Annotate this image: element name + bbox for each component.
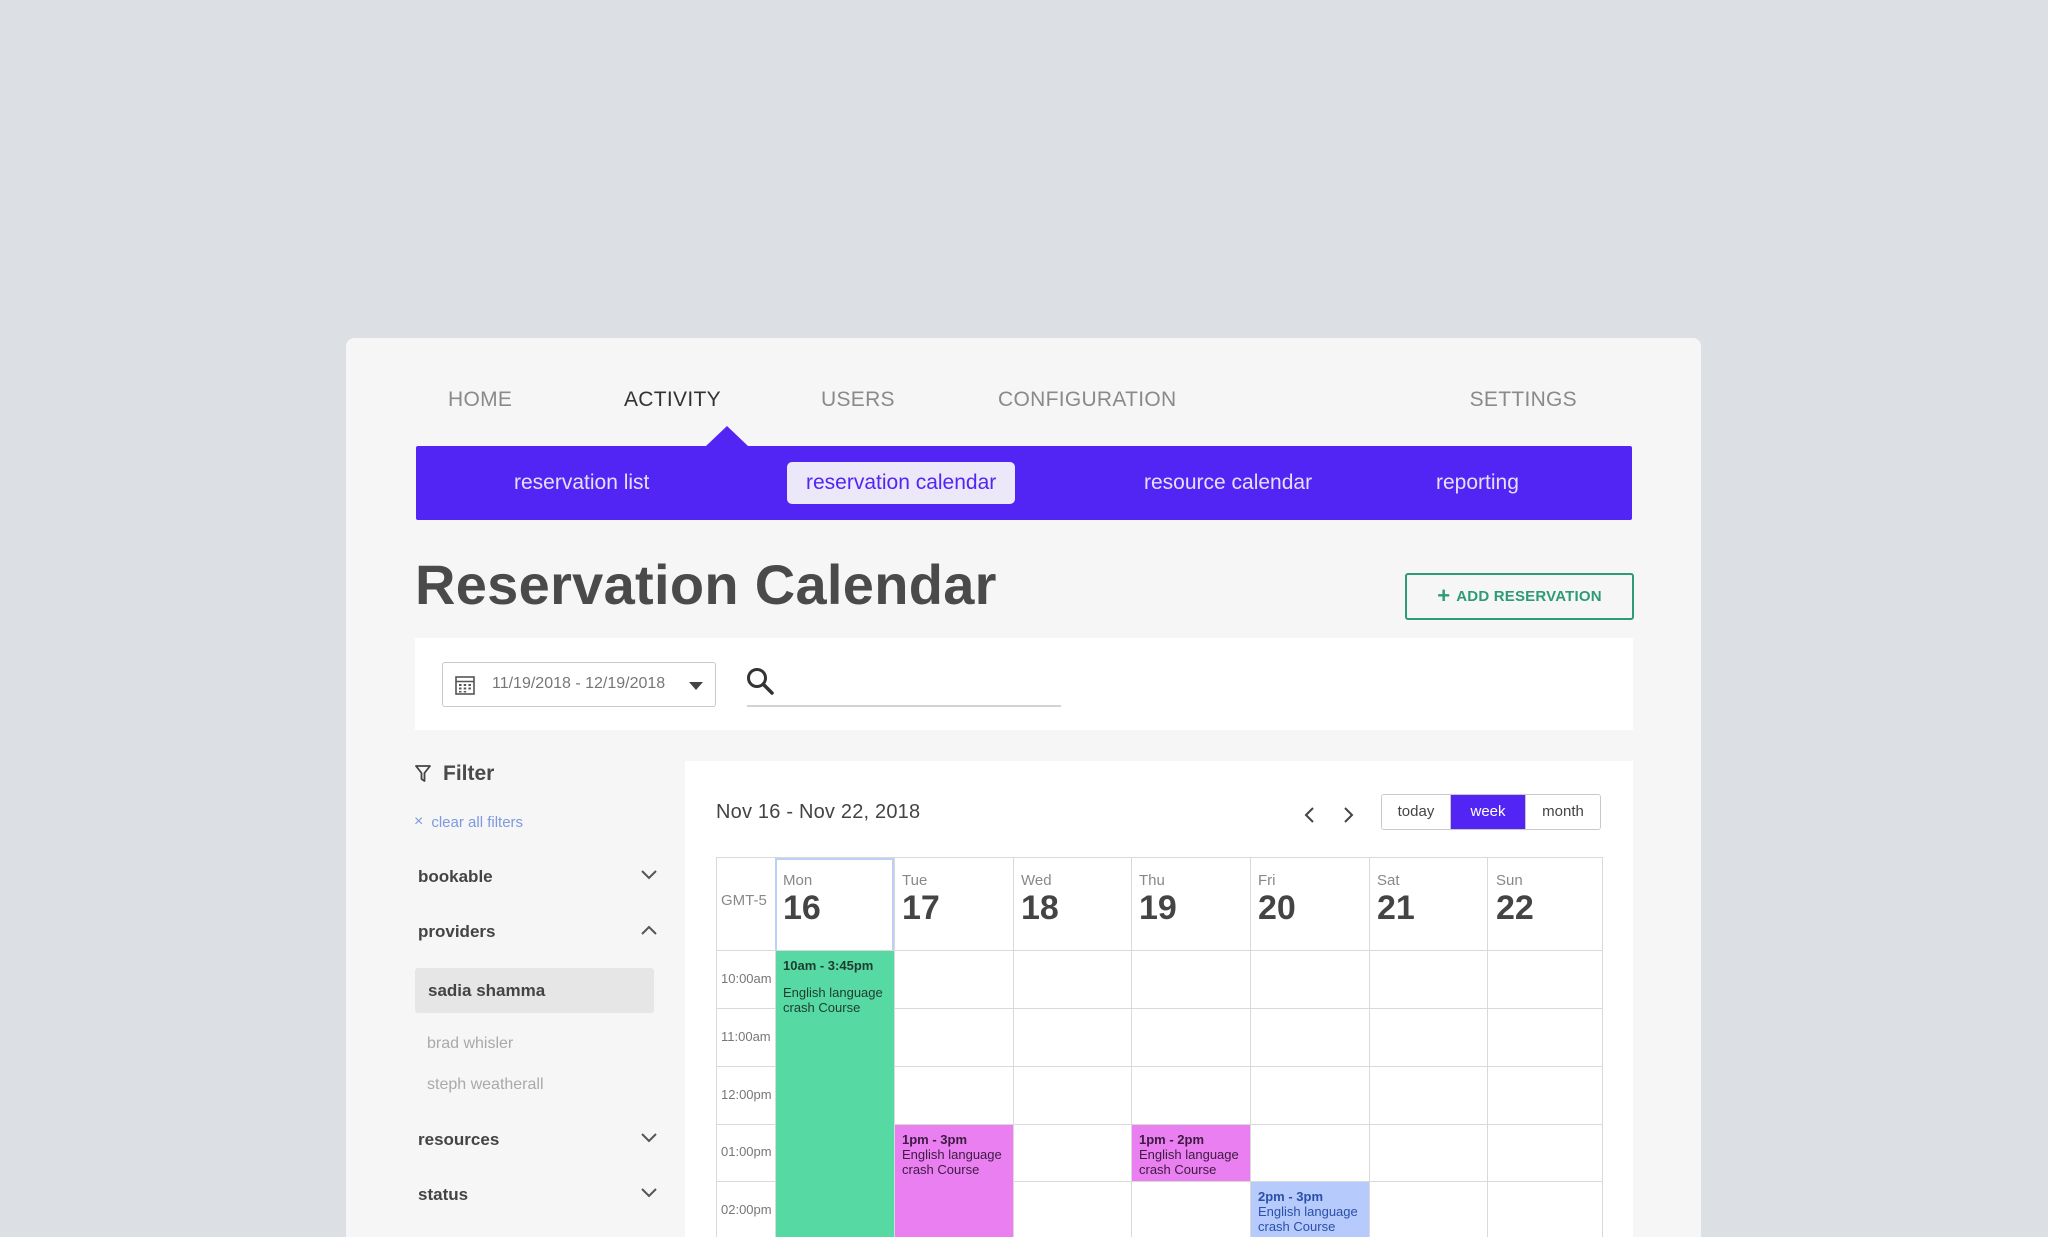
event-mon[interactable]: 10am - 3:45pm English language crash Cou… bbox=[776, 951, 894, 1237]
day-header-sun[interactable]: Sun 22 bbox=[1496, 872, 1534, 927]
event-time: 10am - 3:45pm bbox=[783, 958, 874, 973]
filter-group-label: status bbox=[418, 1185, 469, 1204]
event-tue[interactable]: 1pm - 3pm English language crash Course bbox=[895, 1125, 1013, 1237]
time-label: 01:00pm bbox=[721, 1144, 772, 1159]
calendar-icon bbox=[455, 676, 475, 695]
clear-filters-label: clear all filters bbox=[431, 813, 524, 831]
day-name: Wed bbox=[1021, 872, 1052, 889]
week-grid: GMT-5 Mon 16 Tue 17 Wed 18 Thu 19 Fri 20 bbox=[716, 857, 1603, 1237]
day-header-wed[interactable]: Wed 18 bbox=[1021, 872, 1059, 927]
day-number: 17 bbox=[902, 889, 940, 927]
day-name: Thu bbox=[1139, 872, 1165, 889]
day-header-sat[interactable]: Sat 21 bbox=[1377, 872, 1415, 927]
close-icon: × bbox=[414, 813, 424, 830]
event-title: English language crash Course bbox=[902, 1147, 1002, 1177]
page-title: Reservation Calendar bbox=[415, 553, 997, 616]
date-range-value: 11/19/2018 - 12/19/2018 bbox=[492, 675, 666, 692]
app-card: HOME ACTIVITY USERS CONFIGURATION SETTIN… bbox=[346, 338, 1701, 1237]
day-number: 21 bbox=[1377, 889, 1415, 927]
filter-group-label: resources bbox=[418, 1130, 500, 1149]
day-header-fri[interactable]: Fri 20 bbox=[1258, 872, 1296, 927]
main-nav: HOME ACTIVITY USERS CONFIGURATION SETTIN… bbox=[416, 388, 1632, 418]
filter-group-resources[interactable]: resources bbox=[418, 1126, 658, 1156]
day-name: Tue bbox=[902, 872, 928, 889]
filter-icon bbox=[415, 765, 431, 782]
subnav-reporting[interactable]: reporting bbox=[1417, 462, 1538, 504]
provider-label: sadia shamma bbox=[428, 981, 546, 1000]
active-nav-indicator bbox=[706, 426, 748, 446]
nav-configuration[interactable]: CONFIGURATION bbox=[998, 388, 1177, 412]
filter-group-status[interactable]: status bbox=[418, 1181, 658, 1211]
provider-option[interactable]: steph weatherall bbox=[427, 1076, 544, 1094]
nav-settings[interactable]: SETTINGS bbox=[1470, 388, 1577, 412]
nav-users[interactable]: USERS bbox=[821, 388, 895, 412]
chevron-down-icon bbox=[641, 1188, 657, 1198]
event-title: English language crash Course bbox=[1258, 1204, 1358, 1234]
filter-title: Filter bbox=[443, 762, 495, 785]
provider-selected[interactable]: sadia shamma bbox=[415, 968, 654, 1013]
calendar-range-title: Nov 16 - Nov 22, 2018 bbox=[716, 801, 921, 823]
chevron-left-icon[interactable] bbox=[1303, 805, 1317, 825]
clear-filters-link[interactable]: × clear all filters bbox=[414, 813, 523, 831]
day-number: 22 bbox=[1496, 889, 1534, 927]
day-name: Fri bbox=[1258, 872, 1276, 889]
day-name: Sun bbox=[1496, 872, 1523, 889]
filter-group-label: bookable bbox=[418, 867, 493, 886]
subnav-resource-calendar[interactable]: resource calendar bbox=[1125, 462, 1331, 504]
timezone-label: GMT-5 bbox=[721, 892, 767, 909]
day-number: 18 bbox=[1021, 889, 1059, 927]
chevron-right-icon[interactable] bbox=[1341, 805, 1355, 825]
view-toggle: today week month bbox=[1381, 794, 1601, 830]
subnav-reservation-list[interactable]: reservation list bbox=[495, 462, 668, 504]
event-time: 2pm - 3pm bbox=[1258, 1189, 1324, 1204]
plus-icon: + bbox=[1437, 582, 1451, 608]
filter-group-providers[interactable]: providers bbox=[418, 918, 658, 948]
search-input[interactable] bbox=[747, 705, 1061, 707]
event-title: English language crash Course bbox=[1139, 1147, 1239, 1177]
filter-group-bookable[interactable]: bookable bbox=[418, 863, 658, 893]
day-header-tue[interactable]: Tue 17 bbox=[902, 872, 940, 927]
nav-activity[interactable]: ACTIVITY bbox=[624, 388, 721, 412]
view-month-button[interactable]: month bbox=[1525, 795, 1600, 829]
chevron-up-icon bbox=[641, 925, 657, 935]
event-time: 1pm - 3pm bbox=[902, 1132, 968, 1147]
calendar-panel: Nov 16 - Nov 22, 2018 today week month G… bbox=[685, 761, 1633, 1237]
filter-header: Filter bbox=[415, 762, 494, 786]
provider-option[interactable]: brad whisler bbox=[427, 1035, 513, 1053]
chevron-down-icon bbox=[641, 870, 657, 880]
event-fri[interactable]: 2pm - 3pm English language crash Course bbox=[1251, 1182, 1369, 1237]
chevron-down-icon bbox=[641, 1133, 657, 1143]
filter-group-label: providers bbox=[418, 922, 496, 941]
nav-home[interactable]: HOME bbox=[448, 388, 512, 412]
day-header-mon[interactable]: Mon 16 bbox=[783, 872, 821, 927]
view-today-button[interactable]: today bbox=[1382, 795, 1450, 829]
subnav-reservation-calendar[interactable]: reservation calendar bbox=[787, 462, 1016, 504]
time-label: 11:00am bbox=[721, 1029, 771, 1044]
search-icon[interactable] bbox=[745, 666, 775, 696]
chevron-down-icon bbox=[689, 682, 703, 690]
event-time: 1pm - 2pm bbox=[1139, 1132, 1205, 1147]
day-name: Mon bbox=[783, 872, 813, 889]
day-header-thu[interactable]: Thu 19 bbox=[1139, 872, 1177, 927]
view-week-button[interactable]: week bbox=[1450, 795, 1525, 829]
day-name: Sat bbox=[1377, 872, 1400, 889]
event-title: English language crash Course bbox=[783, 985, 883, 1015]
time-label: 02:00pm bbox=[721, 1202, 772, 1217]
time-label: 10:00am bbox=[721, 971, 772, 986]
event-thu[interactable]: 1pm - 2pm English language crash Course bbox=[1132, 1125, 1250, 1181]
sub-nav: reservation list reservation calendar re… bbox=[416, 446, 1632, 520]
day-number: 20 bbox=[1258, 889, 1296, 927]
time-label: 12:00pm bbox=[721, 1087, 772, 1102]
add-reservation-label: ADD RESERVATION bbox=[1456, 588, 1602, 605]
day-number: 19 bbox=[1139, 889, 1177, 927]
search-bar: 11/19/2018 - 12/19/2018 bbox=[415, 638, 1633, 730]
add-reservation-button[interactable]: + ADD RESERVATION bbox=[1405, 573, 1634, 620]
date-range-picker[interactable]: 11/19/2018 - 12/19/2018 bbox=[442, 662, 716, 707]
day-number: 16 bbox=[783, 889, 821, 927]
